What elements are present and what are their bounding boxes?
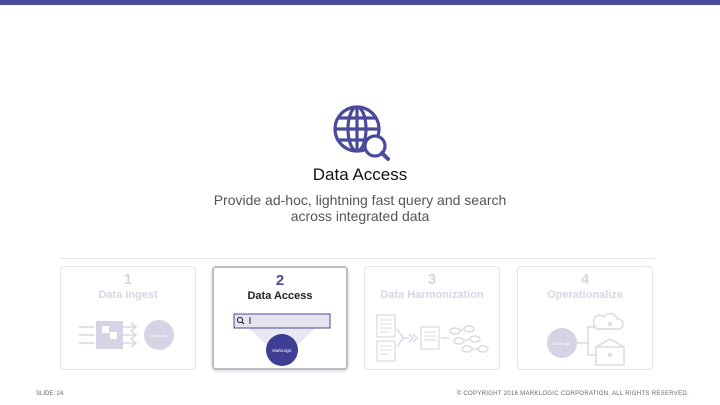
marklogic-logo-text: MarkLogic <box>150 333 168 338</box>
marklogic-logo-text: MarkLogic <box>553 341 571 346</box>
step-number: 4 <box>580 271 590 288</box>
data-ingest-illustration-icon: MarkLogic <box>79 320 174 350</box>
globe-search-icon <box>333 105 390 161</box>
hero-title: Data Access <box>312 165 408 184</box>
copyright-notice: © COPYRIGHT 2016 MARKLOGIC CORPORATION. … <box>456 391 689 397</box>
step-card-operationalize[interactable]: 4 Operationalize MarkLogic <box>517 266 653 370</box>
step-label: Data Ingest <box>98 289 158 301</box>
hero-subtitle: Provide ad-hoc, lightning fast query and… <box>0 192 720 224</box>
marklogic-logo-text: MarkLogic <box>272 348 291 353</box>
operationalize-illustration-icon: MarkLogic <box>547 312 625 366</box>
step-number: 2 <box>275 272 285 289</box>
step-number: 3 <box>427 271 437 288</box>
hero-subtitle-line-2: across integrated data <box>290 208 430 224</box>
step-label: Data Harmonization <box>380 289 484 301</box>
hero-subtitle-line-1: Provide ad-hoc, lightning fast query and… <box>213 192 507 208</box>
step-label: Data Access <box>247 290 313 302</box>
slide-number: SLIDE: 24 <box>36 391 64 397</box>
data-harmonization-illustration-icon <box>376 314 489 362</box>
step-label: Operationalize <box>547 289 623 301</box>
step-card-data-access[interactable]: 2 Data Access MarkLogic <box>212 266 348 370</box>
step-card-data-ingest[interactable]: 1 Data Ingest MarkLogic <box>60 266 196 370</box>
section-divider <box>60 258 655 259</box>
top-accent-bar <box>0 0 720 5</box>
data-access-illustration-icon: MarkLogic <box>233 313 331 366</box>
step-number: 1 <box>123 271 133 288</box>
step-card-data-harmonization[interactable]: 3 Data Harmonization <box>364 266 500 370</box>
